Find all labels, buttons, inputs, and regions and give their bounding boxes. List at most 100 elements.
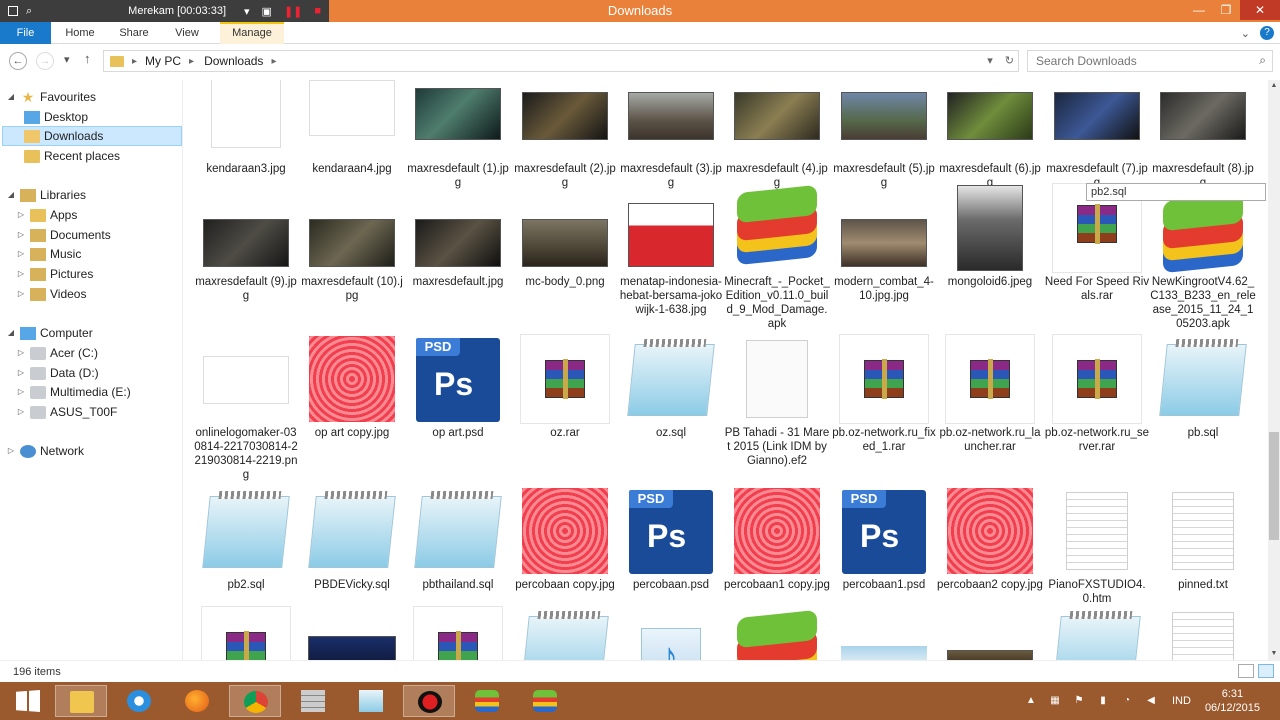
collapse-icon[interactable]: ◢ bbox=[6, 185, 16, 205]
file-item[interactable]: PSD Ps percobaan.psd bbox=[618, 486, 724, 592]
file-item[interactable] bbox=[724, 606, 830, 660]
file-item[interactable]: maxresdefault (5).jpg bbox=[831, 80, 937, 190]
tab-share[interactable]: Share bbox=[110, 22, 158, 44]
file-item[interactable]: onlinelogomaker-030814-2217030814-221903… bbox=[193, 334, 299, 482]
show-hidden-icons-icon[interactable]: ▲ bbox=[1024, 694, 1038, 708]
breadcrumb-downloads[interactable]: Downloads bbox=[204, 54, 263, 68]
file-item[interactable]: percobaan2 copy.jpg bbox=[937, 486, 1043, 592]
expand-ribbon-icon[interactable]: ⌄ bbox=[1241, 27, 1250, 40]
sidebar-item-music[interactable]: ▷ Music bbox=[16, 244, 182, 264]
stop-icon[interactable]: ■ bbox=[314, 5, 321, 17]
file-item[interactable]: maxresdefault (2).jpg bbox=[512, 80, 618, 190]
taskbar-internet-explorer[interactable] bbox=[113, 685, 165, 717]
expand-icon[interactable]: ▷ bbox=[16, 343, 26, 363]
taskbar-firefox[interactable] bbox=[171, 685, 223, 717]
sidebar-item-videos[interactable]: ▷ Videos bbox=[16, 284, 182, 304]
expand-icon[interactable]: ▷ bbox=[16, 402, 26, 422]
battery-icon[interactable]: ▮ bbox=[1096, 694, 1110, 708]
expand-icon[interactable]: ▷ bbox=[16, 363, 26, 383]
file-item[interactable]: NewKingrootV4.62_C133_B233_en_release_20… bbox=[1150, 183, 1256, 331]
recorder-dropdown-icon[interactable]: ▾ bbox=[244, 5, 250, 18]
expand-icon[interactable]: ▷ bbox=[16, 264, 26, 284]
file-item[interactable]: mongoloid6.jpeg bbox=[937, 183, 1043, 289]
file-item[interactable]: PB Tahadi - 31 Maret 2015 (Link IDM by G… bbox=[724, 334, 830, 468]
sidebar-item-data-d[interactable]: ▷ Data (D:) bbox=[16, 363, 182, 383]
help-icon[interactable]: ? bbox=[1260, 26, 1274, 40]
file-item[interactable]: kendaraan3.jpg bbox=[193, 80, 299, 176]
file-item[interactable]: Minecraft_-_Pocket_Edition_v0.11.0_build… bbox=[724, 183, 830, 331]
taskbar-chrome[interactable] bbox=[229, 685, 281, 717]
sidebar-item-favourites[interactable]: ◢ ★ Favourites bbox=[6, 87, 188, 107]
address-bar[interactable]: ▸ My PC ▸ Downloads ▸ ▾ ↻ bbox=[103, 50, 1019, 72]
file-item[interactable]: pinned.txt bbox=[1150, 486, 1256, 592]
forward-button[interactable]: → bbox=[36, 52, 54, 70]
taskbar-brick-app[interactable] bbox=[287, 685, 339, 717]
sidebar-item-downloads[interactable]: Downloads bbox=[2, 126, 182, 146]
file-item[interactable]: kendaraan4.jpg bbox=[299, 80, 405, 176]
volume-icon[interactable]: ◀ bbox=[1144, 694, 1158, 708]
collapse-icon[interactable]: ◢ bbox=[6, 323, 16, 343]
up-button[interactable]: ↑ bbox=[84, 51, 91, 66]
file-item[interactable]: PSD Ps op art.psd bbox=[405, 334, 511, 440]
file-item[interactable]: maxresdefault (10).jpg bbox=[299, 183, 405, 303]
start-button[interactable] bbox=[2, 685, 54, 717]
file-item[interactable]: oz.rar bbox=[512, 334, 618, 440]
file-item[interactable]: percobaan copy.jpg bbox=[512, 486, 618, 592]
sidebar-item-recent-places[interactable]: Recent places bbox=[24, 146, 182, 166]
taskbar-bluestacks-2[interactable] bbox=[519, 685, 571, 717]
file-item[interactable] bbox=[405, 606, 511, 660]
file-item[interactable]: percobaan1 copy.jpg bbox=[724, 486, 830, 592]
search-input[interactable] bbox=[1036, 51, 1246, 71]
file-item[interactable]: maxresdefault (7).jpg bbox=[1044, 80, 1150, 190]
sidebar-item-asus-t00f[interactable]: ▷ ASUS_T00F bbox=[16, 402, 182, 422]
file-item[interactable] bbox=[512, 606, 618, 660]
magnifier-icon[interactable]: ⌕ bbox=[26, 5, 32, 18]
taskbar-bluestacks[interactable] bbox=[461, 685, 513, 717]
sidebar-item-apps[interactable]: ▷ Apps bbox=[16, 205, 182, 225]
scroll-thumb[interactable] bbox=[1269, 432, 1279, 540]
file-item[interactable] bbox=[1150, 606, 1256, 660]
large-icons-view-icon[interactable] bbox=[1258, 664, 1274, 678]
file-item[interactable]: PianoFXSTUDIO4.0.htm bbox=[1044, 486, 1150, 606]
file-item[interactable]: pb.oz-network.ru_fixed_1.rar bbox=[831, 334, 937, 454]
file-item[interactable]: Need For Speed Rivals.rar bbox=[1044, 183, 1150, 303]
file-item[interactable] bbox=[937, 606, 1043, 660]
sidebar-item-multimedia-e[interactable]: ▷ Multimedia (E:) bbox=[16, 382, 182, 402]
file-item[interactable]: maxresdefault (4).jpg bbox=[724, 80, 830, 190]
file-item[interactable]: maxresdefault (3).jpg bbox=[618, 80, 724, 190]
breadcrumb-separator-icon[interactable]: ▸ bbox=[271, 56, 276, 67]
camera-icon[interactable]: ▣ bbox=[262, 5, 272, 18]
file-item[interactable]: oz.sql bbox=[618, 334, 724, 440]
sidebar-item-documents[interactable]: ▷ Documents bbox=[16, 225, 182, 245]
minimize-button[interactable]: — bbox=[1186, 0, 1212, 20]
details-view-icon[interactable] bbox=[1238, 664, 1254, 678]
input-language[interactable]: IND bbox=[1172, 695, 1191, 707]
file-item[interactable] bbox=[618, 606, 724, 660]
taskbar-file-explorer[interactable] bbox=[55, 685, 107, 717]
file-item[interactable]: pb.sql bbox=[1150, 334, 1256, 440]
recent-locations-icon[interactable]: ▾ bbox=[64, 53, 70, 66]
sidebar-item-pictures[interactable]: ▷ Pictures bbox=[16, 264, 182, 284]
file-item[interactable]: op art copy.jpg bbox=[299, 334, 405, 440]
file-item[interactable]: pb.oz-network.ru_launcher.rar bbox=[937, 334, 1043, 454]
collapse-icon[interactable]: ◢ bbox=[6, 87, 16, 107]
network-status-icon[interactable]: ▦ bbox=[1048, 694, 1062, 708]
expand-icon[interactable]: ▷ bbox=[16, 284, 26, 304]
tab-home[interactable]: Home bbox=[57, 22, 103, 44]
taskbar-recorder[interactable] bbox=[403, 685, 455, 717]
scroll-up-icon[interactable]: ▲ bbox=[1268, 80, 1280, 92]
search-icon[interactable]: ⌕ bbox=[1259, 53, 1266, 68]
sidebar-item-libraries[interactable]: ◢ Libraries bbox=[6, 185, 188, 205]
back-button[interactable]: ← bbox=[9, 52, 27, 70]
taskbar-notepad[interactable] bbox=[345, 685, 397, 717]
sidebar-item-network[interactable]: ▷ Network bbox=[6, 441, 188, 461]
close-button[interactable]: ✕ bbox=[1240, 0, 1280, 20]
maximize-button[interactable]: ❐ bbox=[1213, 0, 1239, 20]
file-item[interactable]: pb2.sql bbox=[193, 486, 299, 592]
recorder-menu-icon[interactable] bbox=[8, 6, 18, 16]
file-item[interactable]: mc-body_0.png bbox=[512, 183, 618, 289]
file-item[interactable] bbox=[299, 606, 405, 660]
expand-icon[interactable]: ▷ bbox=[16, 382, 26, 402]
expand-icon[interactable]: ▷ bbox=[16, 225, 26, 245]
expand-icon[interactable]: ▷ bbox=[6, 441, 16, 461]
